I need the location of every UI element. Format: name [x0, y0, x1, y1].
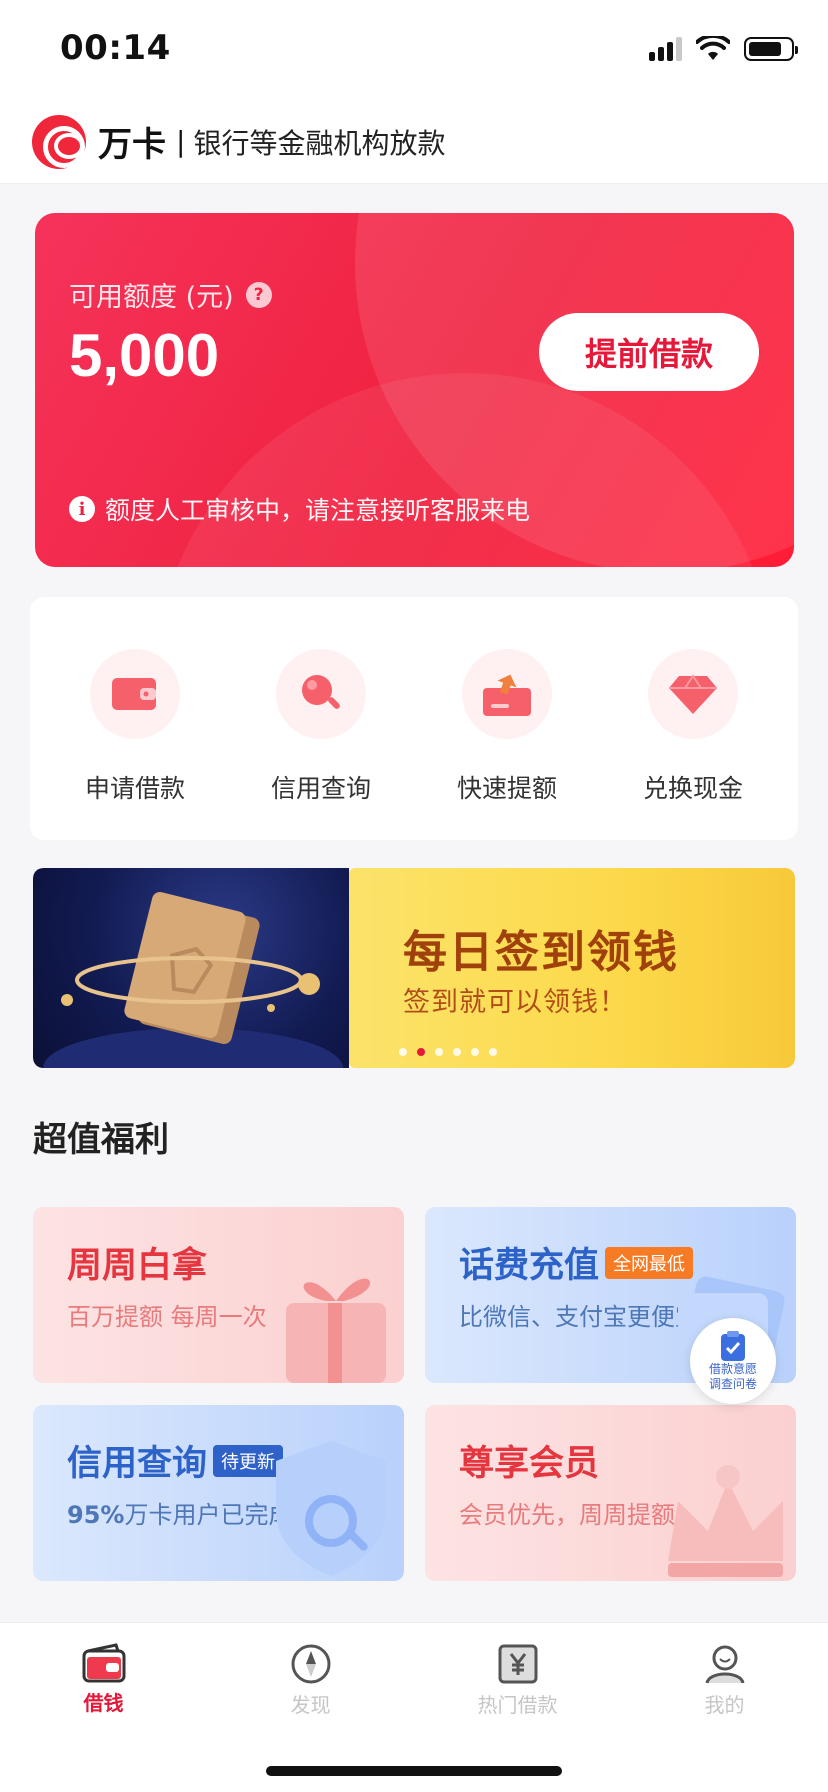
survey-floating-button[interactable]: 借款意愿 调查问卷 — [690, 1318, 776, 1404]
wallet-tab-icon — [82, 1643, 125, 1683]
quick-action-label: 兑换现金 — [642, 774, 743, 803]
benefit-title-text: 周周白拿 — [67, 1246, 208, 1286]
diamond-icon — [648, 649, 738, 739]
benefit-card-credit-query[interactable]: 信用查询 待更新 95%万卡用户已完成 — [33, 1405, 404, 1581]
review-notice-text: 额度人工审核中，请注意接听客服来电 — [105, 496, 531, 525]
brand-divider: | — [176, 125, 186, 158]
promo-banner-carousel[interactable]: 每日签到领钱 签到就可以领钱！ — [33, 868, 795, 1068]
quick-action-raise-limit[interactable]: 快速提额 — [417, 597, 597, 840]
banner-title: 每日签到领钱 — [403, 927, 679, 978]
quick-actions: 申请借款 信用查询 快速提额 兑换现金 — [30, 597, 798, 840]
tab-label: 热门借款 — [477, 1693, 558, 1717]
info-icon: i — [69, 496, 95, 522]
bottom-tab-bar: 借钱 发现 热门借款 我的 — [0, 1622, 828, 1792]
gift-box-icon — [286, 1278, 386, 1383]
crown-icon — [668, 1465, 783, 1577]
tab-label: 我的 — [704, 1693, 745, 1717]
credit-limit-amount: 5,000 — [69, 322, 220, 389]
benefit-card-vip-member[interactable]: 尊享会员 会员优先，周周提额 — [425, 1405, 796, 1581]
tab-hot-loans[interactable]: 热门借款 — [414, 1623, 621, 1727]
quick-action-label: 快速提额 — [456, 774, 557, 803]
review-notice: i 额度人工审核中，请注意接听客服来电 — [69, 491, 530, 527]
brand-slogan: 银行等金融机构放款 — [193, 126, 446, 160]
tab-label: 发现 — [290, 1693, 331, 1717]
survey-label-line1: 借款意愿 — [708, 1362, 757, 1376]
app-logo-icon — [32, 114, 86, 169]
quick-action-apply-loan[interactable]: 申请借款 — [45, 597, 225, 840]
benefit-title: 尊享会员 — [459, 1435, 599, 1486]
tab-borrow[interactable]: 借钱 — [0, 1623, 207, 1727]
home-indicator[interactable] — [266, 1766, 562, 1776]
help-icon[interactable]: ? — [245, 281, 272, 308]
benefit-title-text: 尊享会员 — [459, 1444, 600, 1484]
tab-discover[interactable]: 发现 — [207, 1623, 414, 1727]
benefit-title-text: 话费充值 — [459, 1246, 600, 1286]
wallet-icon — [90, 649, 180, 739]
carousel-dot-active[interactable] — [417, 1048, 425, 1056]
banner-subtitle: 签到就可以领钱！ — [403, 987, 627, 1018]
carousel-dot[interactable] — [453, 1048, 461, 1056]
benefit-title: 周周白拿 — [67, 1237, 207, 1288]
tab-label: 借钱 — [83, 1691, 124, 1715]
upload-card-icon — [462, 649, 552, 739]
credit-limit-card: 可用额度 (元) ? 5,000 提前借款 i 额度人工审核中，请注意接听客服来… — [35, 213, 794, 567]
daily-checkin-banner[interactable]: 每日签到领钱 签到就可以领钱！ — [349, 868, 795, 1068]
tab-mine[interactable]: 我的 — [621, 1623, 828, 1727]
magnifier-icon — [276, 649, 366, 739]
advance-loan-button[interactable]: 提前借款 — [539, 313, 759, 391]
app-header: 万卡 | 银行等金融机构放款 — [0, 100, 828, 184]
quick-action-credit-query[interactable]: 信用查询 — [231, 597, 411, 840]
quick-action-label: 申请借款 — [84, 774, 185, 803]
yen-note-icon — [498, 1644, 537, 1684]
compass-icon — [291, 1644, 330, 1684]
credit-limit-label-text: 可用额度 (元) — [69, 282, 234, 313]
status-time: 00:14 — [60, 28, 171, 68]
section-title-benefits: 超值福利 — [33, 1120, 169, 1160]
wifi-icon — [696, 36, 730, 60]
user-icon — [705, 1645, 744, 1684]
survey-label-line2: 调查问卷 — [708, 1377, 757, 1391]
benefit-subtitle: 会员优先，周周提额 — [459, 1501, 675, 1529]
benefit-card-weekly-free[interactable]: 周周白拿 百万提额 每周一次 — [33, 1207, 404, 1383]
benefit-subtitle: 比微信、支付宝更便宜 — [459, 1303, 699, 1331]
brand-name: 万卡 — [98, 125, 166, 165]
benefit-subtitle: 百万提额 每周一次 — [67, 1303, 267, 1331]
cellular-signal-icon — [649, 37, 682, 61]
status-icons — [649, 36, 798, 62]
carousel-dot[interactable] — [435, 1048, 443, 1056]
carousel-dot[interactable] — [399, 1048, 407, 1056]
quick-action-exchange-cash[interactable]: 兑换现金 — [603, 597, 783, 840]
quick-action-label: 信用查询 — [270, 774, 371, 803]
status-bar: 00:14 — [0, 0, 828, 100]
shield-search-icon — [276, 1441, 386, 1576]
benefit-title: 话费充值 全网最低 — [459, 1237, 694, 1288]
credit-limit-label: 可用额度 (元) ? — [69, 275, 272, 314]
benefit-subtitle: 95%万卡用户已完成 — [67, 1495, 292, 1530]
banner-card-illustration — [33, 868, 349, 1068]
benefit-title: 信用查询 待更新 — [67, 1435, 284, 1486]
benefit-title-text: 信用查询 — [67, 1444, 208, 1484]
carousel-dot[interactable] — [471, 1048, 479, 1056]
carousel-dots — [399, 1048, 497, 1056]
battery-icon — [744, 37, 798, 61]
carousel-dot[interactable] — [489, 1048, 497, 1056]
clipboard-icon — [721, 1331, 745, 1361]
benefit-subtitle-percent: 95% — [67, 1501, 125, 1529]
